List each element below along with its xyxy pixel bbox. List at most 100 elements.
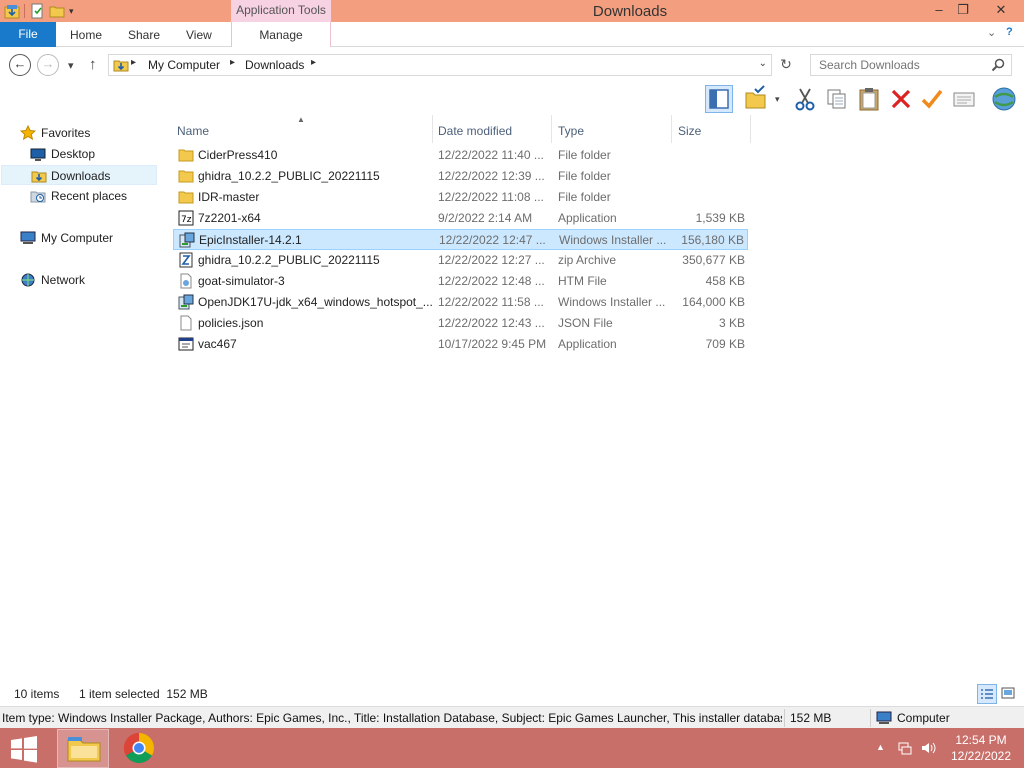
file-row[interactable]: ghidra_10.2.2_PUBLIC_20221115 12/22/2022 …: [173, 250, 748, 271]
file-name: ghidra_10.2.2_PUBLIC_20221115: [198, 253, 380, 267]
column-header-size[interactable]: Size: [678, 120, 701, 142]
network-tray-icon[interactable]: [897, 740, 913, 759]
svg-text:7z: 7z: [181, 215, 192, 225]
cut-icon[interactable]: [791, 85, 819, 113]
back-button[interactable]: ←: [9, 54, 31, 76]
file-size: 164,000 KB: [682, 295, 745, 309]
contextual-tab-group-title: Application Tools: [231, 0, 331, 22]
nav-item-recent-places[interactable]: Recent places: [0, 186, 156, 206]
search-box[interactable]: [810, 54, 1012, 76]
command-toolbar: ▾: [0, 83, 1024, 115]
column-divider[interactable]: [432, 115, 433, 143]
file-row[interactable]: vac467 10/17/2022 9:45 PM Application 709 K…: [173, 334, 748, 355]
downloads-folder-icon: [31, 168, 47, 184]
search-icon[interactable]: [990, 57, 1006, 73]
nav-item-recent-places-label: Recent places: [51, 189, 128, 203]
delete-icon[interactable]: [887, 85, 915, 113]
file-size: 1,539 KB: [695, 211, 745, 225]
column-divider[interactable]: [750, 115, 751, 143]
column-divider[interactable]: [671, 115, 672, 143]
file-size: 156,180 KB: [681, 233, 744, 247]
file-date-modified: 12/22/2022 11:58 ...: [438, 295, 544, 309]
ribbon-expand-button[interactable]: ⌄: [987, 26, 996, 39]
explorer-window-icon[interactable]: [4, 3, 20, 19]
restore-button[interactable]: ❐: [948, 0, 978, 22]
breadcrumb-arrow[interactable]: ▸: [230, 57, 235, 68]
favorites-star-icon: [19, 124, 37, 141]
file-date-modified: 12/22/2022 11:40 ...: [438, 148, 544, 162]
properties-sheet-icon[interactable]: [950, 85, 978, 113]
up-button[interactable]: ↑: [89, 56, 97, 73]
customize-qat-icon[interactable]: ▾: [69, 6, 74, 17]
tab-view[interactable]: View: [186, 22, 212, 47]
file-row-selected[interactable]: EpicInstaller-14.2.1 12/22/2022 12:47 ...…: [173, 229, 748, 250]
clock[interactable]: 12:54 PM 12/22/2022: [950, 732, 1012, 764]
refresh-button[interactable]: ↻: [776, 56, 796, 74]
file-date-modified: 12/22/2022 12:48 ...: [438, 274, 545, 288]
breadcrumb-my-computer[interactable]: My Computer: [148, 58, 220, 72]
chrome-taskbar-button[interactable]: [113, 729, 165, 768]
breadcrumb-arrow[interactable]: ▸: [131, 57, 136, 68]
zip-archive-icon: [178, 252, 194, 268]
details-view-button[interactable]: [977, 684, 997, 704]
nav-item-network-label: Network: [41, 273, 86, 287]
nav-item-downloads[interactable]: Downloads: [1, 165, 157, 185]
close-button[interactable]: ✕: [984, 0, 1018, 22]
recent-locations-button[interactable]: ▾: [68, 59, 74, 72]
file-row[interactable]: CiderPress410 12/22/2022 11:40 ... File fo…: [173, 145, 748, 166]
nav-item-desktop[interactable]: Desktop: [0, 144, 156, 164]
preview-pane-button[interactable]: [705, 85, 733, 113]
move-to-dropdown-icon[interactable]: ▾: [775, 94, 780, 105]
file-name: EpicInstaller-14.2.1: [199, 233, 302, 247]
file-row[interactable]: ghidra_10.2.2_PUBLIC_20221115 12/22/2022 …: [173, 166, 748, 187]
column-header-name[interactable]: Name: [177, 120, 209, 142]
forward-button[interactable]: →: [37, 54, 59, 76]
windows-start-icon[interactable]: [8, 735, 40, 763]
nav-item-my-computer[interactable]: My Computer: [0, 228, 156, 248]
breadcrumb-downloads[interactable]: Downloads: [245, 58, 304, 72]
item-location: Computer: [897, 711, 950, 725]
paste-icon[interactable]: [855, 85, 883, 113]
nav-favorites[interactable]: Favorites: [0, 123, 156, 143]
volume-icon[interactable]: [920, 740, 936, 759]
column-header-date[interactable]: Date modified: [438, 120, 512, 142]
installer-icon: [179, 232, 195, 248]
new-folder-icon[interactable]: [49, 3, 65, 19]
breadcrumb-arrow[interactable]: ▸: [311, 57, 316, 68]
nav-item-downloads-label: Downloads: [51, 169, 111, 183]
tab-home[interactable]: Home: [70, 22, 102, 47]
rename-check-icon[interactable]: [918, 85, 946, 113]
nav-item-network[interactable]: Network: [0, 270, 156, 290]
file-tab[interactable]: File: [0, 22, 56, 47]
file-name: policies.json: [198, 316, 264, 330]
file-explorer-taskbar-button[interactable]: [57, 729, 109, 768]
file-name: 7z2201-x64: [198, 211, 261, 225]
file-row[interactable]: IDR-master 12/22/2022 11:08 ... File folde…: [173, 187, 748, 208]
computer-icon: [876, 710, 892, 726]
tab-share[interactable]: Share: [128, 22, 160, 47]
copy-icon[interactable]: [823, 85, 851, 113]
show-hidden-icons-button[interactable]: ▲: [876, 742, 885, 752]
column-header-type[interactable]: Type: [558, 120, 584, 142]
file-row[interactable]: OpenJDK17U-jdk_x64_windows_hotspot_... 12…: [173, 292, 748, 313]
file-row[interactable]: goat-simulator-3 12/22/2022 12:48 ... HTM …: [173, 271, 748, 292]
file-name: vac467: [198, 337, 237, 351]
desktop-icon: [30, 146, 46, 162]
file-date-modified: 12/22/2022 12:27 ...: [438, 253, 545, 267]
properties-icon[interactable]: [29, 3, 45, 19]
globe-icon[interactable]: [990, 85, 1018, 113]
window-title: Downloads: [592, 3, 668, 20]
file-row[interactable]: policies.json 12/22/2022 12:43 ... JSON Fi…: [173, 313, 748, 334]
address-bar[interactable]: ▸ My Computer ▸ Downloads ▸ ⌄: [108, 54, 772, 76]
help-button[interactable]: ?: [1006, 26, 1013, 38]
search-input[interactable]: [811, 55, 981, 75]
file-row[interactable]: 7z 7z2201-x64 9/2/2022 2:14 AM Application 1…: [173, 208, 748, 229]
column-divider[interactable]: [551, 115, 552, 143]
large-icons-view-button[interactable]: [999, 684, 1019, 704]
tab-manage[interactable]: Manage: [231, 22, 331, 47]
details-divider: [870, 709, 871, 727]
move-to-folder-icon[interactable]: [743, 85, 771, 113]
navigation-pane: Favorites Desktop Downloads Recent place…: [0, 115, 160, 681]
7zip-app-icon: 7z: [178, 210, 194, 226]
address-history-dropdown[interactable]: ⌄: [759, 58, 767, 69]
